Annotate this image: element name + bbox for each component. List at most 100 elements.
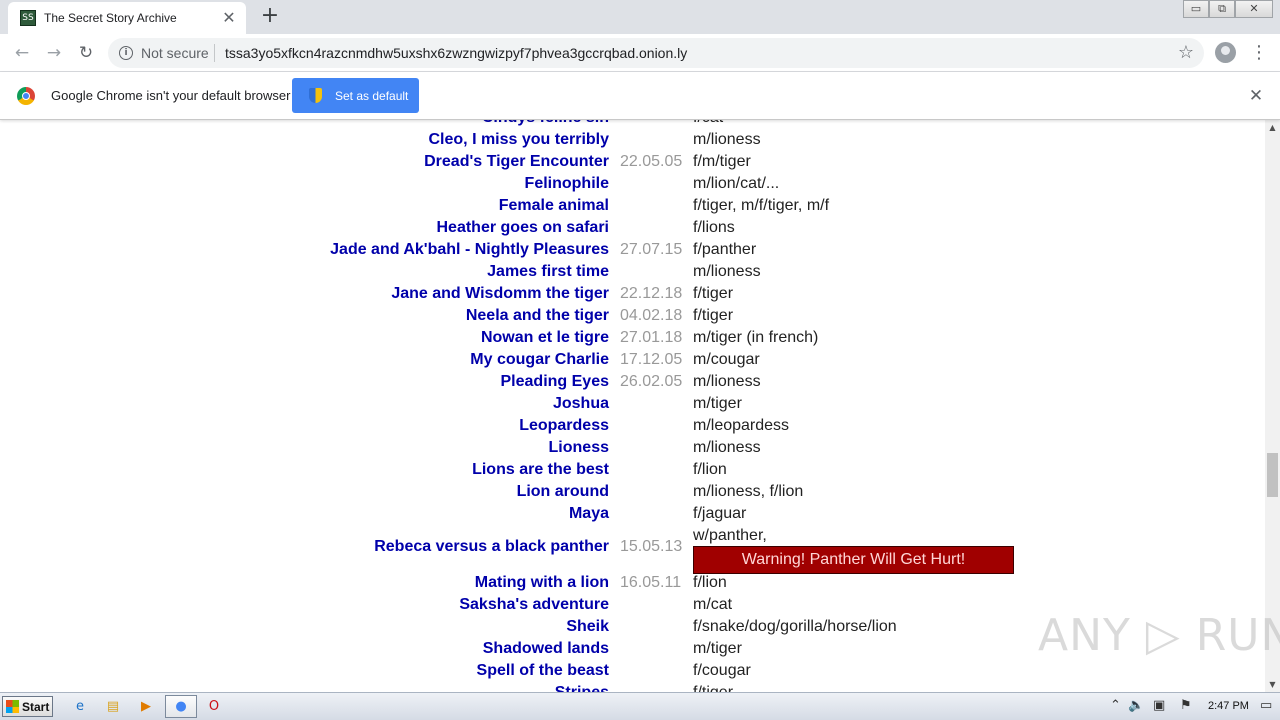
story-title-link[interactable]: Saksha's adventure: [459, 594, 609, 616]
story-date: 04.02.18: [620, 307, 683, 324]
windows-logo-icon: [6, 700, 19, 713]
explorer-icon[interactable]: ▤: [103, 697, 123, 717]
media-player-icon[interactable]: ▶: [136, 697, 156, 717]
story-row: Rebeca versus a black panther 15.05.13 w/p…: [0, 525, 1265, 574]
bookmark-star-icon[interactable]: ☆: [1178, 42, 1194, 63]
story-date: 26.02.05: [620, 373, 683, 390]
story-title-link[interactable]: Nowan et le tigre: [481, 327, 609, 349]
story-row: Leopardess m/leopardess: [0, 415, 1265, 437]
story-tags: f/tiger: [693, 285, 734, 302]
story-title-link[interactable]: Felinophile: [525, 173, 609, 195]
start-button[interactable]: Start: [2, 696, 53, 717]
tab-active[interactable]: SS The Secret Story Archive ✕: [8, 2, 246, 34]
story-title-link[interactable]: Maya: [569, 503, 609, 525]
story-row: Pleading Eyes 26.02.05 m/lioness: [0, 371, 1265, 393]
reload-button[interactable]: ↻: [74, 41, 98, 65]
story-title-link[interactable]: My cougar Charlie: [470, 349, 609, 371]
story-row: Joshua m/tiger: [0, 393, 1265, 415]
story-title-link[interactable]: Sheik: [566, 616, 609, 638]
story-title-link[interactable]: Spell of the beast: [477, 660, 609, 682]
menu-icon[interactable]: ⋮: [1250, 42, 1268, 64]
story-list: Cindys feline sinf/catCleo, I miss you t…: [0, 120, 1265, 692]
story-date: 27.01.18: [620, 329, 683, 346]
story-title-link[interactable]: Cindys feline sin: [482, 120, 609, 129]
page-scrollbar[interactable]: ▲ ▼: [1265, 120, 1280, 692]
url-text[interactable]: tssa3yo5xfkcn4razcnmdhw5uxshx6zwzngwizpy…: [225, 45, 687, 61]
story-row: Cindys feline sin f/cat: [0, 120, 1265, 129]
story-tags: f/lion: [693, 461, 727, 478]
story-tags: f/tiger, m/f/tiger, m/f: [693, 197, 830, 214]
story-title-link[interactable]: James first time: [487, 261, 609, 283]
action-center-flag-icon[interactable]: ⚑: [1180, 698, 1192, 713]
not-secure-label[interactable]: Not secure: [141, 45, 209, 61]
set-as-default-label: Set as default: [335, 89, 409, 103]
window-close-button[interactable]: ✕: [1235, 0, 1273, 18]
minimize-button[interactable]: ▭: [1183, 0, 1209, 18]
uac-shield-icon: [309, 88, 322, 103]
infobar-close-icon[interactable]: ✕: [1246, 86, 1266, 106]
back-button[interactable]: ←: [10, 41, 34, 65]
story-title-link[interactable]: Lion around: [517, 481, 609, 503]
ie-icon[interactable]: e: [70, 697, 90, 717]
story-title-link[interactable]: Lions are the best: [472, 459, 609, 481]
info-icon[interactable]: i: [119, 46, 133, 60]
story-title-link[interactable]: Jane and Wisdomm the tiger: [391, 283, 609, 305]
story-title-link[interactable]: Female animal: [499, 195, 609, 217]
story-row: Felinophile m/lion/cat/...: [0, 173, 1265, 195]
story-title-link[interactable]: Lioness: [549, 437, 609, 459]
address-bar[interactable]: i Not secure tssa3yo5xfkcn4razcnmdhw5uxs…: [108, 38, 1204, 68]
windows-taskbar: Start e ▤ ▶ ● O ⌃ 🔈 ▣ ⚑ 2:47 PM ▭: [0, 692, 1280, 720]
story-date: 16.05.11: [620, 574, 682, 591]
story-row: Lions are the best f/lion: [0, 459, 1265, 481]
story-title-link[interactable]: Neela and the tiger: [466, 305, 609, 327]
story-title-link[interactable]: Joshua: [553, 393, 609, 415]
story-row: Cleo, I miss you terribly m/lioness: [0, 129, 1265, 151]
story-tags: m/lion/cat/...: [693, 175, 780, 192]
opera-icon[interactable]: O: [204, 697, 224, 717]
story-row: Nowan et le tigre 27.01.18 m/tiger (in fre…: [0, 327, 1265, 349]
volume-icon[interactable]: 🔈: [1128, 698, 1144, 713]
site-favicon-icon: SS: [20, 10, 36, 26]
story-title-link[interactable]: Jade and Ak'bahl - Nightly Pleasures: [330, 239, 609, 261]
new-tab-button[interactable]: +: [258, 5, 282, 29]
warning-banner: Warning! Panther Will Get Hurt!: [693, 546, 1014, 574]
scroll-down-arrow-icon[interactable]: ▼: [1265, 677, 1280, 692]
show-desktop-icon[interactable]: ▭: [1260, 698, 1272, 713]
story-title-link[interactable]: Mating with a lion: [475, 572, 609, 594]
story-title-link[interactable]: Heather goes on safari: [437, 217, 610, 239]
story-title-link[interactable]: Stripes: [555, 682, 609, 692]
network-icon[interactable]: ▣: [1153, 698, 1165, 713]
tab-close-icon[interactable]: ✕: [220, 9, 238, 27]
story-tags: m/lioness: [693, 439, 761, 456]
taskbar-clock[interactable]: 2:47 PM: [1208, 700, 1249, 712]
infobar-message: Google Chrome isn't your default browser: [51, 88, 291, 103]
chrome-taskbar-icon[interactable]: ●: [171, 697, 191, 717]
forward-button[interactable]: →: [42, 41, 66, 65]
story-row: Neela and the tiger 04.02.18 f/tiger: [0, 305, 1265, 327]
story-title-link[interactable]: Leopardess: [519, 415, 609, 437]
set-as-default-button[interactable]: Set as default: [292, 78, 419, 113]
browser-toolbar: ← → ↻ i Not secure tssa3yo5xfkcn4razcnmd…: [0, 34, 1280, 72]
story-tags: m/cougar: [693, 351, 760, 368]
story-tags: f/cat: [693, 120, 723, 129]
scroll-up-arrow-icon[interactable]: ▲: [1265, 120, 1280, 135]
story-tags: m/lioness, f/lion: [693, 483, 804, 500]
story-tags: w/panther,: [693, 527, 767, 544]
story-title-link[interactable]: Rebeca versus a black panther: [374, 536, 609, 558]
story-title-link[interactable]: Shadowed lands: [483, 638, 609, 660]
tray-arrow-icon[interactable]: ⌃: [1110, 698, 1121, 713]
story-tags: m/leopardess: [693, 417, 790, 434]
story-date: 17.12.05: [620, 351, 683, 368]
story-tags: f/snake/dog/gorilla/horse/lion: [693, 618, 897, 635]
anyrun-watermark: ANY ▷ RUN: [1038, 610, 1280, 661]
restore-button[interactable]: ⧉: [1209, 0, 1235, 18]
story-title-link[interactable]: Pleading Eyes: [501, 371, 610, 393]
story-title-link[interactable]: Dread's Tiger Encounter: [424, 151, 609, 173]
scrollbar-thumb[interactable]: [1267, 453, 1278, 497]
chrome-logo-icon: [17, 87, 35, 105]
story-tags: f/m/tiger: [693, 153, 751, 170]
story-tags: m/cat: [693, 596, 733, 613]
story-title-link[interactable]: Cleo, I miss you terribly: [429, 129, 610, 151]
profile-avatar[interactable]: [1215, 42, 1236, 63]
tab-title: The Secret Story Archive: [44, 11, 177, 25]
